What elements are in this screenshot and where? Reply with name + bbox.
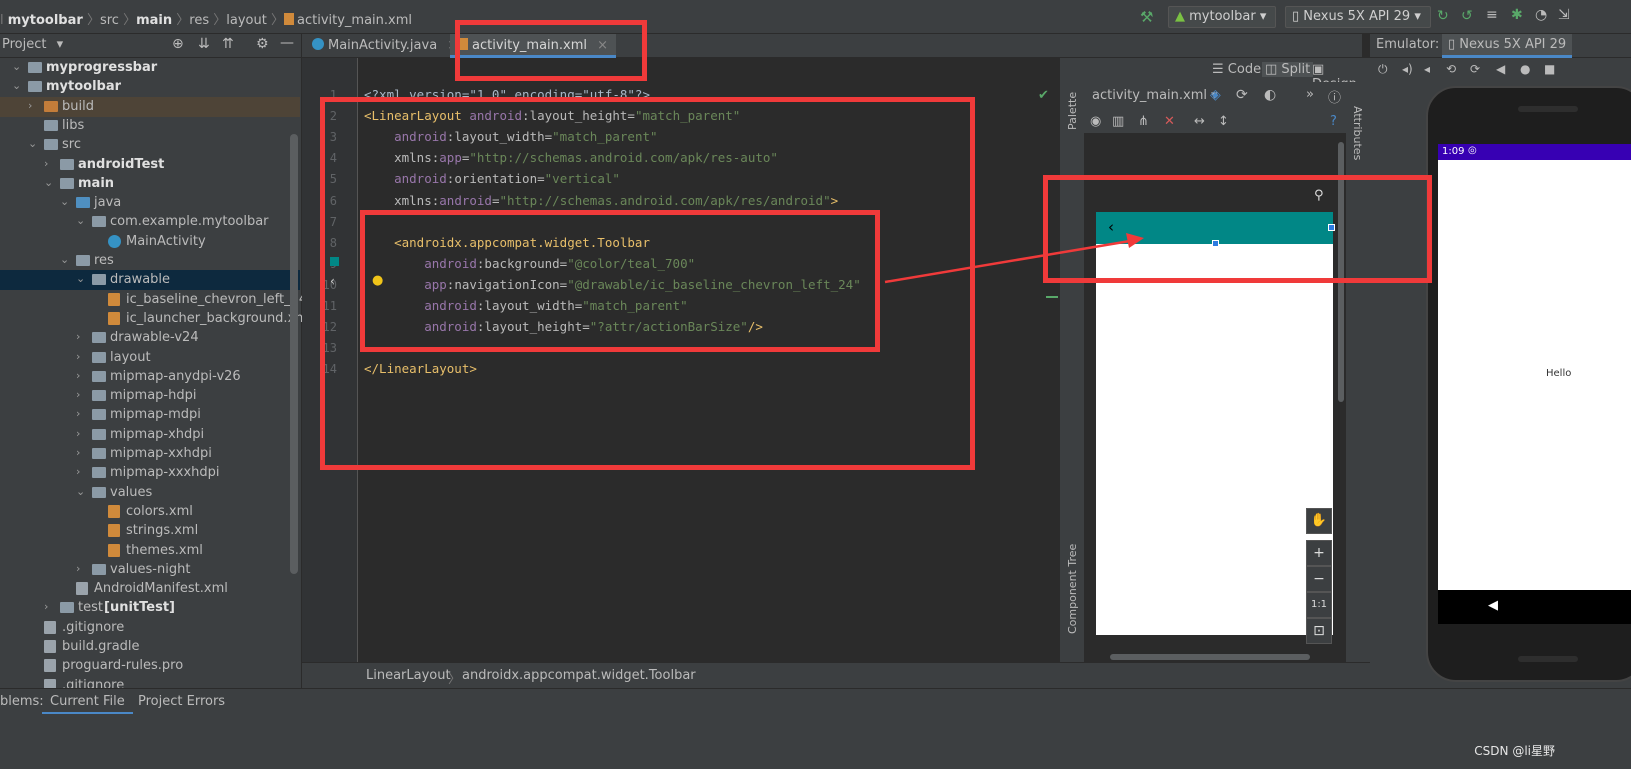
annotation-arrow: [884, 233, 1144, 284]
